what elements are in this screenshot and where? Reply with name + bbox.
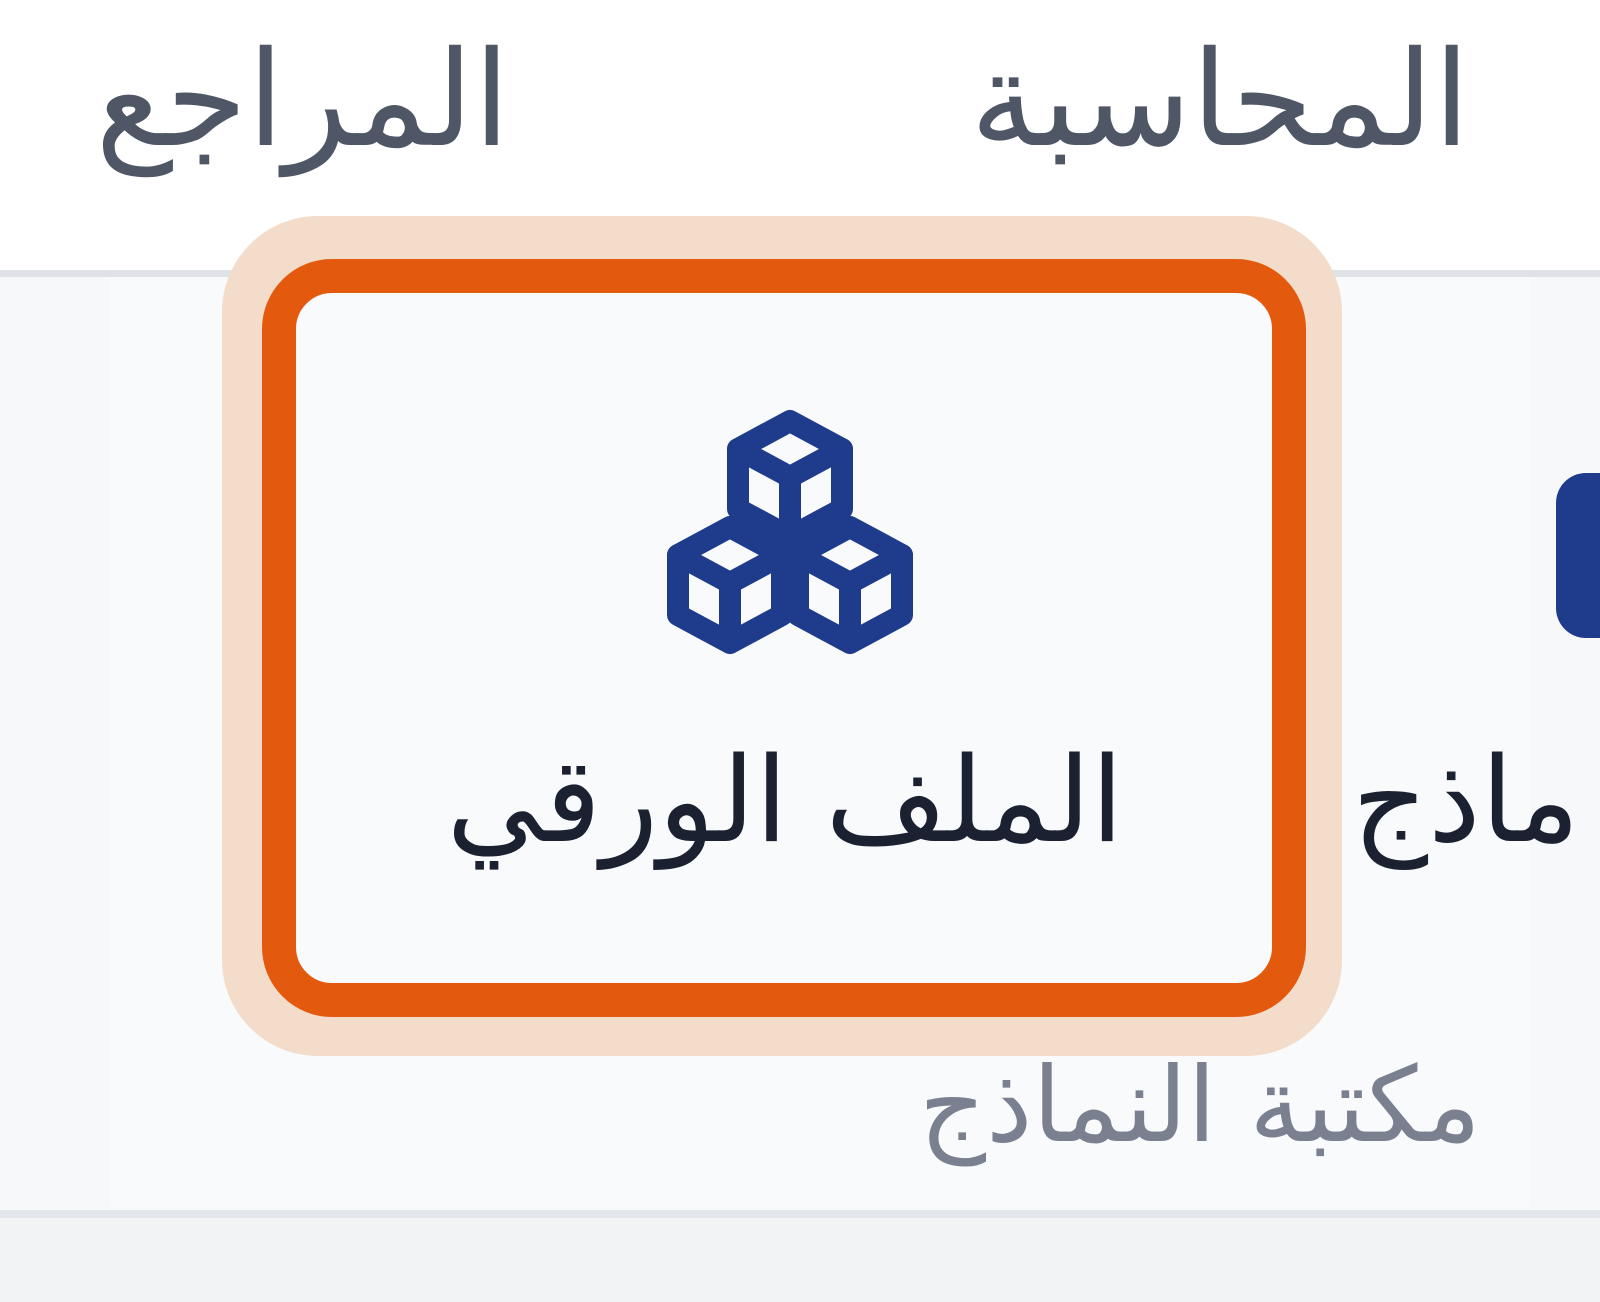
group-caption: مكتبة النماذج [919, 1044, 1481, 1166]
form-library-label: ماذج [1352, 720, 1600, 880]
tab-accounting[interactable]: المحاسبة [905, 0, 1470, 200]
ribbon-bottom-divider [0, 1210, 1600, 1218]
paper-file-label: الملف الورقي [446, 731, 1124, 869]
form-library-icon [1556, 473, 1600, 638]
app-page: المحاسبة المراجع الملف الورقي ماذج مكتبة… [0, 0, 1600, 1302]
form-library-label-text: ماذج [1352, 731, 1580, 869]
cubes-icon [667, 410, 913, 654]
content-area-edge [0, 1218, 1600, 1302]
tab-references[interactable]: المراجع [60, 0, 510, 200]
